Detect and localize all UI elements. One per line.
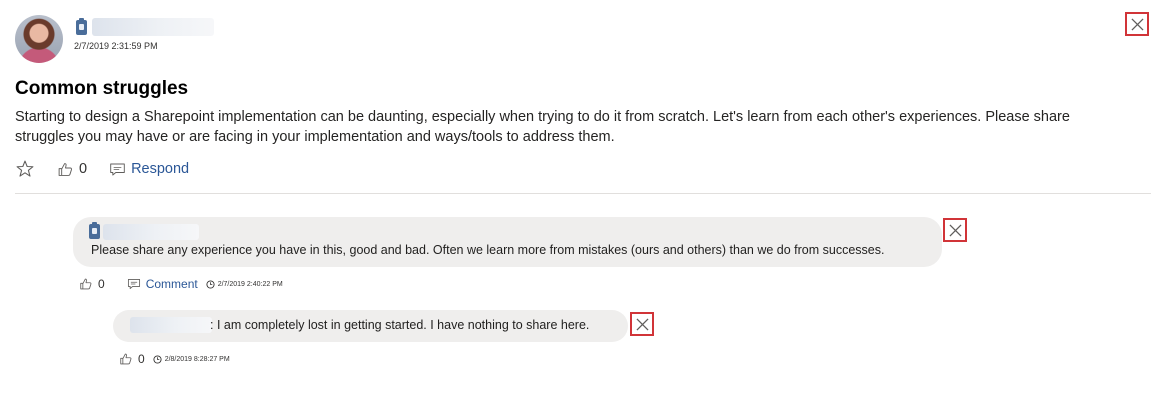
reply-author-redacted xyxy=(130,317,212,333)
post-timestamp: 2/7/2019 2:31:59 PM xyxy=(74,41,158,51)
comment-author-redacted xyxy=(103,224,199,240)
post-title: Common struggles xyxy=(15,78,189,99)
close-reply-button[interactable] xyxy=(630,312,654,336)
comment-icon xyxy=(127,279,140,289)
reply-timestamp: 2/8/2019 8:28:27 PM xyxy=(164,355,230,363)
comment-actions: 0 Comment 2/7/2019 2:40:22 PM xyxy=(79,276,283,292)
close-comment-button[interactable] xyxy=(943,218,967,242)
author-name-redacted xyxy=(92,18,214,36)
id-badge-icon xyxy=(76,18,87,35)
divider xyxy=(15,193,1151,194)
clock-icon xyxy=(206,279,215,289)
post-like-count: 0 xyxy=(79,161,88,177)
star-icon[interactable] xyxy=(15,159,35,179)
comment-timestamp: 2/7/2019 2:40:22 PM xyxy=(217,280,283,288)
id-badge-icon xyxy=(89,222,100,239)
comment-label: Comment xyxy=(145,277,198,291)
clock-icon xyxy=(153,354,162,364)
post-like-button[interactable]: 0 xyxy=(57,161,87,178)
reply-text: : I am completely lost in getting starte… xyxy=(210,318,590,332)
comment-text: Please share any experience you have in … xyxy=(91,243,885,257)
comment-icon xyxy=(110,163,125,175)
reply-like-count: 0 xyxy=(138,352,145,366)
respond-label: Respond xyxy=(131,161,190,177)
comment-like-count: 0 xyxy=(98,277,105,291)
comment-button[interactable]: Comment xyxy=(127,277,198,291)
close-post-button[interactable] xyxy=(1125,12,1149,36)
thumbs-up-icon xyxy=(80,278,92,290)
respond-button[interactable]: Respond xyxy=(109,161,189,178)
comment-bubble xyxy=(73,217,942,267)
close-icon xyxy=(1130,17,1144,31)
post-actions: 0 Respond xyxy=(15,158,189,180)
close-icon xyxy=(948,223,962,237)
comment-like-button[interactable]: 0 xyxy=(79,277,105,291)
post-body: Starting to design a Sharepoint implemen… xyxy=(15,109,1070,145)
thumbs-up-icon xyxy=(120,353,132,365)
reply-actions: 0 2/8/2019 8:28:27 PM xyxy=(119,351,230,367)
reply-like-button[interactable]: 0 xyxy=(119,352,145,366)
thumbs-up-icon xyxy=(58,162,73,176)
author-avatar[interactable] xyxy=(15,15,63,63)
close-icon xyxy=(635,317,649,331)
